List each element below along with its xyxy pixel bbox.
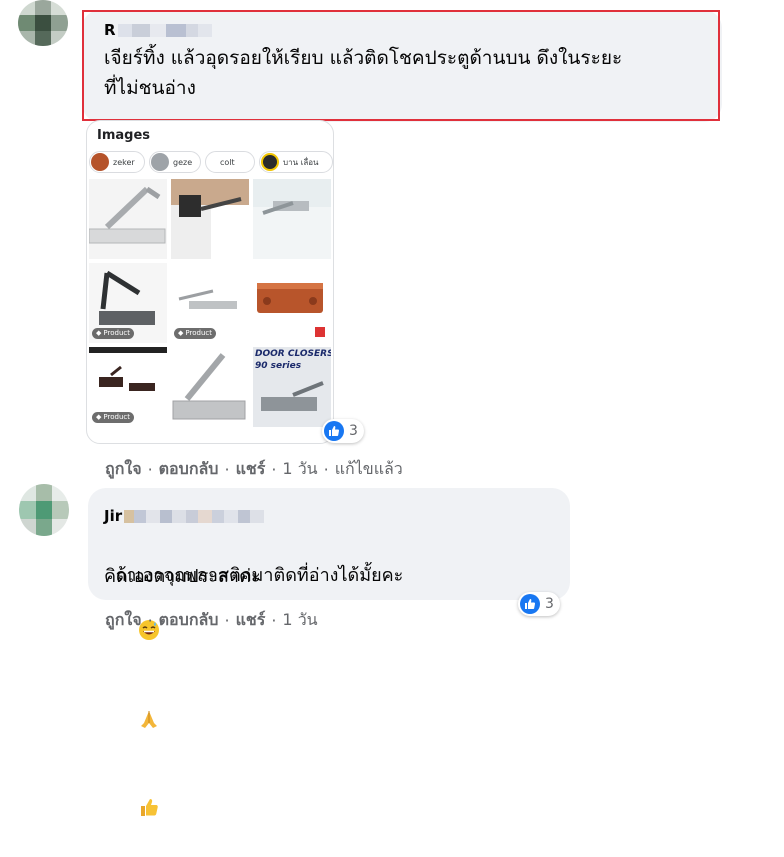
product-tag: ◆ Product (92, 328, 134, 339)
blurred-name (238, 509, 251, 523)
thumbnail-closer[interactable] (171, 179, 249, 259)
chip-zeker[interactable]: zeker (89, 151, 145, 173)
blurred-name (224, 509, 239, 523)
timestamp-link[interactable]: 1 วัน (282, 608, 317, 633)
timestamp-link[interactable]: 1 วัน (282, 457, 317, 482)
chip-colt[interactable]: colt (205, 151, 255, 173)
reaction-count: 3 (545, 596, 554, 612)
edited-label[interactable]: แก้ไขแล้ว (335, 457, 403, 482)
separator-dot: · (224, 460, 230, 479)
like-link[interactable]: ถูกใจ (105, 608, 142, 633)
reaction-count-badge[interactable]: 3 (322, 419, 364, 443)
separator-dot: · (147, 460, 153, 479)
chip-thumbnail (261, 153, 279, 171)
chip-label: geze (173, 157, 193, 167)
separator-dot: · (271, 611, 277, 630)
product-tag: ◆ Product (92, 412, 134, 423)
tag-label: Product (103, 413, 130, 421)
like-link[interactable]: ถูกใจ (105, 457, 142, 482)
separator-dot: · (224, 611, 230, 630)
thumbs-up-icon (324, 421, 344, 441)
blurred-name (250, 509, 265, 523)
blurred-name (172, 509, 187, 523)
thumbnail-closer[interactable] (253, 179, 331, 259)
folded-hands-emoji (115, 679, 160, 768)
tag-icon: ◆ (96, 413, 102, 421)
thumbs-up-emoji (115, 768, 160, 857)
chip-label: บาน เลื่อน (283, 157, 319, 167)
highlight-box (82, 10, 720, 121)
blurred-name (186, 509, 199, 523)
reply-link[interactable]: ตอบกลับ (159, 608, 219, 633)
avatar[interactable] (18, 0, 68, 46)
blurred-name (212, 509, 225, 523)
reaction-count-badge[interactable]: 3 (518, 592, 560, 616)
blurred-name (160, 509, 173, 523)
product-tag: ◆ Product (174, 328, 216, 339)
comment-text: คิดเองตามประสาค่ะ (104, 566, 261, 587)
share-link[interactable]: แชร์ (236, 608, 266, 633)
reply-link[interactable]: ตอบกลับ (159, 457, 219, 482)
separator-dot: · (271, 460, 277, 479)
reaction-count: 3 (349, 423, 358, 439)
thumbnail-closer[interactable]: ◆ Product (89, 347, 167, 427)
chip-label: colt (220, 157, 235, 167)
tag-icon: ◆ (178, 329, 184, 337)
separator-dot: · (147, 611, 153, 630)
thumbnail-closer[interactable]: ◆ Product (171, 263, 249, 343)
chip-label: zeker (113, 157, 135, 167)
separator-dot: · (323, 460, 329, 479)
comment-actions: ถูกใจ · ตอบกลับ · แชร์ · 1 วัน · แก้ไขแล… (105, 457, 403, 482)
thumbnail-closer[interactable]: ◆ Product (89, 263, 167, 343)
thumbnail-closer[interactable] (253, 263, 331, 343)
card-title: Images (97, 128, 151, 143)
tag-icon: ◆ (96, 329, 102, 337)
image-attachment[interactable]: Images zeker geze colt บาน เลื่อน ◆ Prod… (86, 120, 334, 444)
tag-label: Product (185, 329, 212, 337)
thumbnail-closer[interactable] (89, 179, 167, 259)
chip-thumbnail (151, 153, 169, 171)
blurred-name (124, 509, 135, 523)
author-name[interactable]: Jir (104, 507, 122, 525)
thumbnail-closer[interactable] (171, 347, 249, 427)
chip-thumbnail (91, 153, 109, 171)
comment-author[interactable]: Jir (104, 507, 265, 525)
blurred-name (146, 509, 161, 523)
chip-sliding[interactable]: บาน เลื่อน (259, 151, 333, 173)
comment-actions: ถูกใจ · ตอบกลับ · แชร์ · 1 วัน (105, 608, 318, 633)
thumbs-up-icon (520, 594, 540, 614)
blurred-name (134, 509, 147, 523)
share-link[interactable]: แชร์ (236, 457, 266, 482)
blurred-name (198, 509, 213, 523)
thumbnail-door-closers-banner[interactable]: DOOR CLOSERS 90 series (253, 347, 331, 427)
avatar[interactable] (19, 484, 69, 536)
tag-label: Product (103, 329, 130, 337)
chip-geze[interactable]: geze (149, 151, 201, 173)
